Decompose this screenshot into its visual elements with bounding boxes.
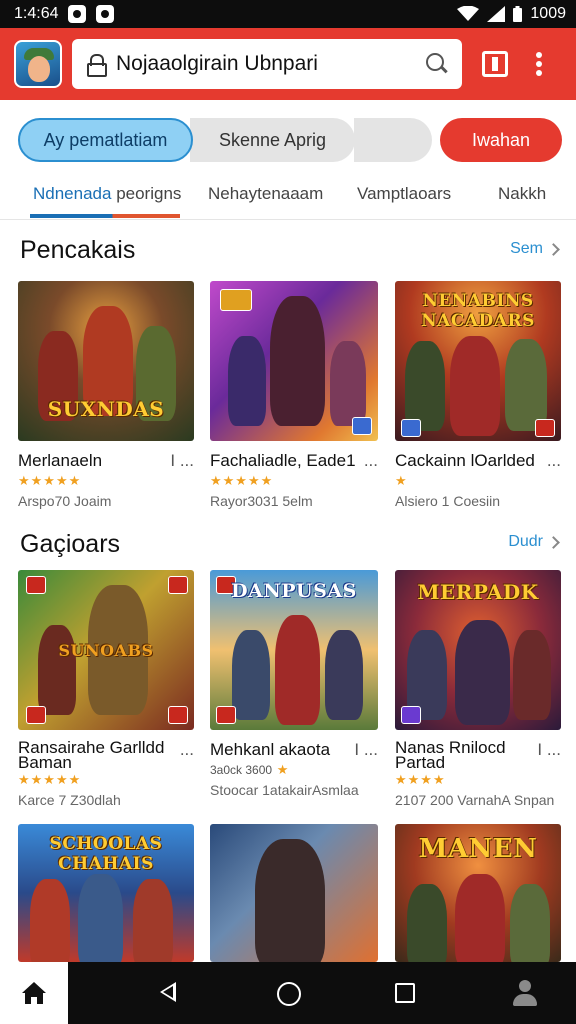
game-logo: MERPADK bbox=[417, 580, 539, 604]
app-avatar[interactable] bbox=[14, 40, 62, 88]
game-thumbnail[interactable]: NENABINS NACADARS bbox=[395, 281, 561, 441]
more-options-icon[interactable]: ... bbox=[541, 451, 561, 471]
chip-3[interactable] bbox=[354, 118, 432, 162]
game-card[interactable] bbox=[210, 824, 378, 962]
search-input[interactable]: Nojaaolgirain Ubnpari bbox=[116, 52, 426, 76]
game-title: Mehkanl akaota bbox=[210, 740, 331, 759]
game-logo: SUNOABS bbox=[58, 641, 154, 660]
signal-icon bbox=[487, 6, 506, 22]
game-title: Cackainn lOarlded bbox=[395, 451, 535, 470]
game-thumbnail[interactable]: DANPUSAS bbox=[210, 570, 378, 730]
more-options-icon[interactable]: I ... bbox=[348, 740, 378, 760]
game-meta: Stoocar 1atakairAsmlaa bbox=[210, 782, 359, 798]
game-card[interactable]: MERPADK Nanas Rnilocd Partad I ... ★★★★ 2… bbox=[395, 570, 561, 809]
battery-icon bbox=[513, 6, 523, 22]
chip-1[interactable]: Ay pematlatiam bbox=[18, 118, 193, 162]
rating-count: 3a0ck 3600 bbox=[210, 763, 273, 777]
search-icon[interactable] bbox=[426, 53, 448, 75]
game-card[interactable]: Fachaliadle, Eade1... ★★★★★ Rayor3031 5e… bbox=[210, 281, 378, 510]
filter-chips: Skenne Aprig Ay pematlatiam Iwahan bbox=[18, 118, 563, 162]
app-bar: Nojaaolgirain Ubnpari bbox=[0, 28, 576, 100]
more-options-icon[interactable]: I ... bbox=[164, 451, 194, 471]
tab-indicator bbox=[30, 214, 180, 218]
home-icon bbox=[22, 982, 46, 1004]
game-thumbnail[interactable]: MANEN bbox=[395, 824, 561, 962]
rating-stars: ★★★★ bbox=[395, 772, 446, 787]
rating-stars: ★ bbox=[395, 473, 408, 488]
lock-icon bbox=[86, 54, 107, 77]
game-card[interactable]: SUNOABS Ransairahe Garlldd Baman... ★★★★… bbox=[18, 570, 194, 809]
tab-3[interactable]: Vamptlaoars bbox=[357, 184, 451, 204]
tab-1[interactable]: Ndnenada peorigns bbox=[33, 184, 181, 204]
rating-stars: ★ bbox=[276, 762, 290, 777]
home-circle-icon[interactable] bbox=[277, 982, 301, 1006]
tab-2[interactable]: Nehaytenaaam bbox=[208, 184, 323, 204]
game-card[interactable]: SCHOOLAS CHAHAIS bbox=[18, 824, 194, 962]
status-time: 1:4:64 bbox=[14, 5, 59, 22]
rating-stars: ★★★★★ bbox=[210, 473, 274, 488]
game-logo: SUXNDAS bbox=[47, 397, 165, 421]
more-options-icon[interactable]: I ... bbox=[531, 740, 561, 770]
more-options-icon[interactable]: ... bbox=[358, 451, 378, 471]
game-thumbnail[interactable]: SUNOABS bbox=[18, 570, 194, 730]
game-thumbnail[interactable]: SUXNDAS bbox=[18, 281, 194, 441]
navigation-bar bbox=[0, 962, 576, 1024]
chevron-right-icon bbox=[547, 242, 560, 256]
game-meta: Karce 7 Z30dlah bbox=[18, 792, 121, 808]
game-title: Ransairahe Garlldd Baman bbox=[18, 738, 165, 772]
section-title: Pencakais bbox=[20, 236, 136, 264]
game-card[interactable]: DANPUSAS Mehkanl akaota I ... 3a0ck 3600 … bbox=[210, 570, 378, 799]
game-logo: NENABINS NACADARS bbox=[421, 291, 535, 331]
game-meta: Arspo70 Joaim bbox=[18, 493, 112, 509]
wifi-icon bbox=[457, 6, 480, 21]
rating-stars: ★★★★★ bbox=[18, 473, 82, 488]
notification-icon bbox=[96, 5, 115, 23]
category-tabs: Ndnenada peorigns Nehaytenaaam Vamptlaoa… bbox=[0, 176, 576, 220]
home-tab[interactable] bbox=[0, 962, 68, 1024]
chip-2[interactable]: Skenne Aprig bbox=[190, 118, 355, 162]
game-title: Fachaliadle, Eade1 bbox=[210, 451, 356, 470]
game-title: Nanas Rnilocd Partad bbox=[395, 738, 506, 772]
game-meta: 2107 200 VarnahA Snpan bbox=[395, 792, 555, 808]
game-logo: SCHOOLAS CHAHAIS bbox=[49, 834, 163, 874]
game-thumbnail[interactable] bbox=[210, 281, 378, 441]
game-thumbnail[interactable] bbox=[210, 824, 378, 962]
tab-4[interactable]: Nakkh bbox=[498, 184, 546, 204]
section-title: Gaçioars bbox=[20, 530, 121, 558]
recents-icon[interactable] bbox=[395, 983, 415, 1003]
rating-stars: ★★★★★ bbox=[18, 772, 82, 787]
game-thumbnail[interactable]: MERPADK bbox=[395, 570, 561, 730]
profile-icon[interactable] bbox=[510, 978, 540, 1008]
game-card[interactable]: MANEN bbox=[395, 824, 561, 962]
more-options-icon[interactable]: ... bbox=[174, 740, 194, 770]
chip-action[interactable]: Iwahan bbox=[440, 118, 562, 162]
search-bar[interactable]: Nojaaolgirain Ubnpari bbox=[72, 39, 462, 89]
more-vert-icon[interactable] bbox=[536, 52, 542, 76]
see-all-link[interactable]: Sem bbox=[510, 240, 560, 258]
chevron-right-icon bbox=[547, 535, 560, 549]
notification-icon bbox=[68, 5, 87, 23]
game-thumbnail[interactable]: SCHOOLAS CHAHAIS bbox=[18, 824, 194, 962]
game-card[interactable]: SUXNDAS Merlanaeln I ... ★★★★★ Arspo70 Jo… bbox=[18, 281, 194, 510]
game-title: Merlanaeln bbox=[18, 451, 103, 470]
game-card[interactable]: NENABINS NACADARS Cackainn lOarlded... ★… bbox=[395, 281, 561, 510]
game-logo: MANEN bbox=[418, 834, 538, 864]
tabs-icon[interactable] bbox=[482, 51, 508, 77]
see-all-link[interactable]: Dudr bbox=[508, 533, 560, 551]
game-meta: Rayor3031 5elm bbox=[210, 493, 313, 509]
battery-level: 1009 bbox=[530, 5, 566, 22]
game-logo: DANPUSAS bbox=[231, 580, 357, 602]
back-icon[interactable] bbox=[160, 982, 176, 1002]
game-meta: Alsiero 1 Coesiin bbox=[395, 493, 501, 509]
status-bar: 1:4:64 1009 bbox=[0, 0, 576, 28]
